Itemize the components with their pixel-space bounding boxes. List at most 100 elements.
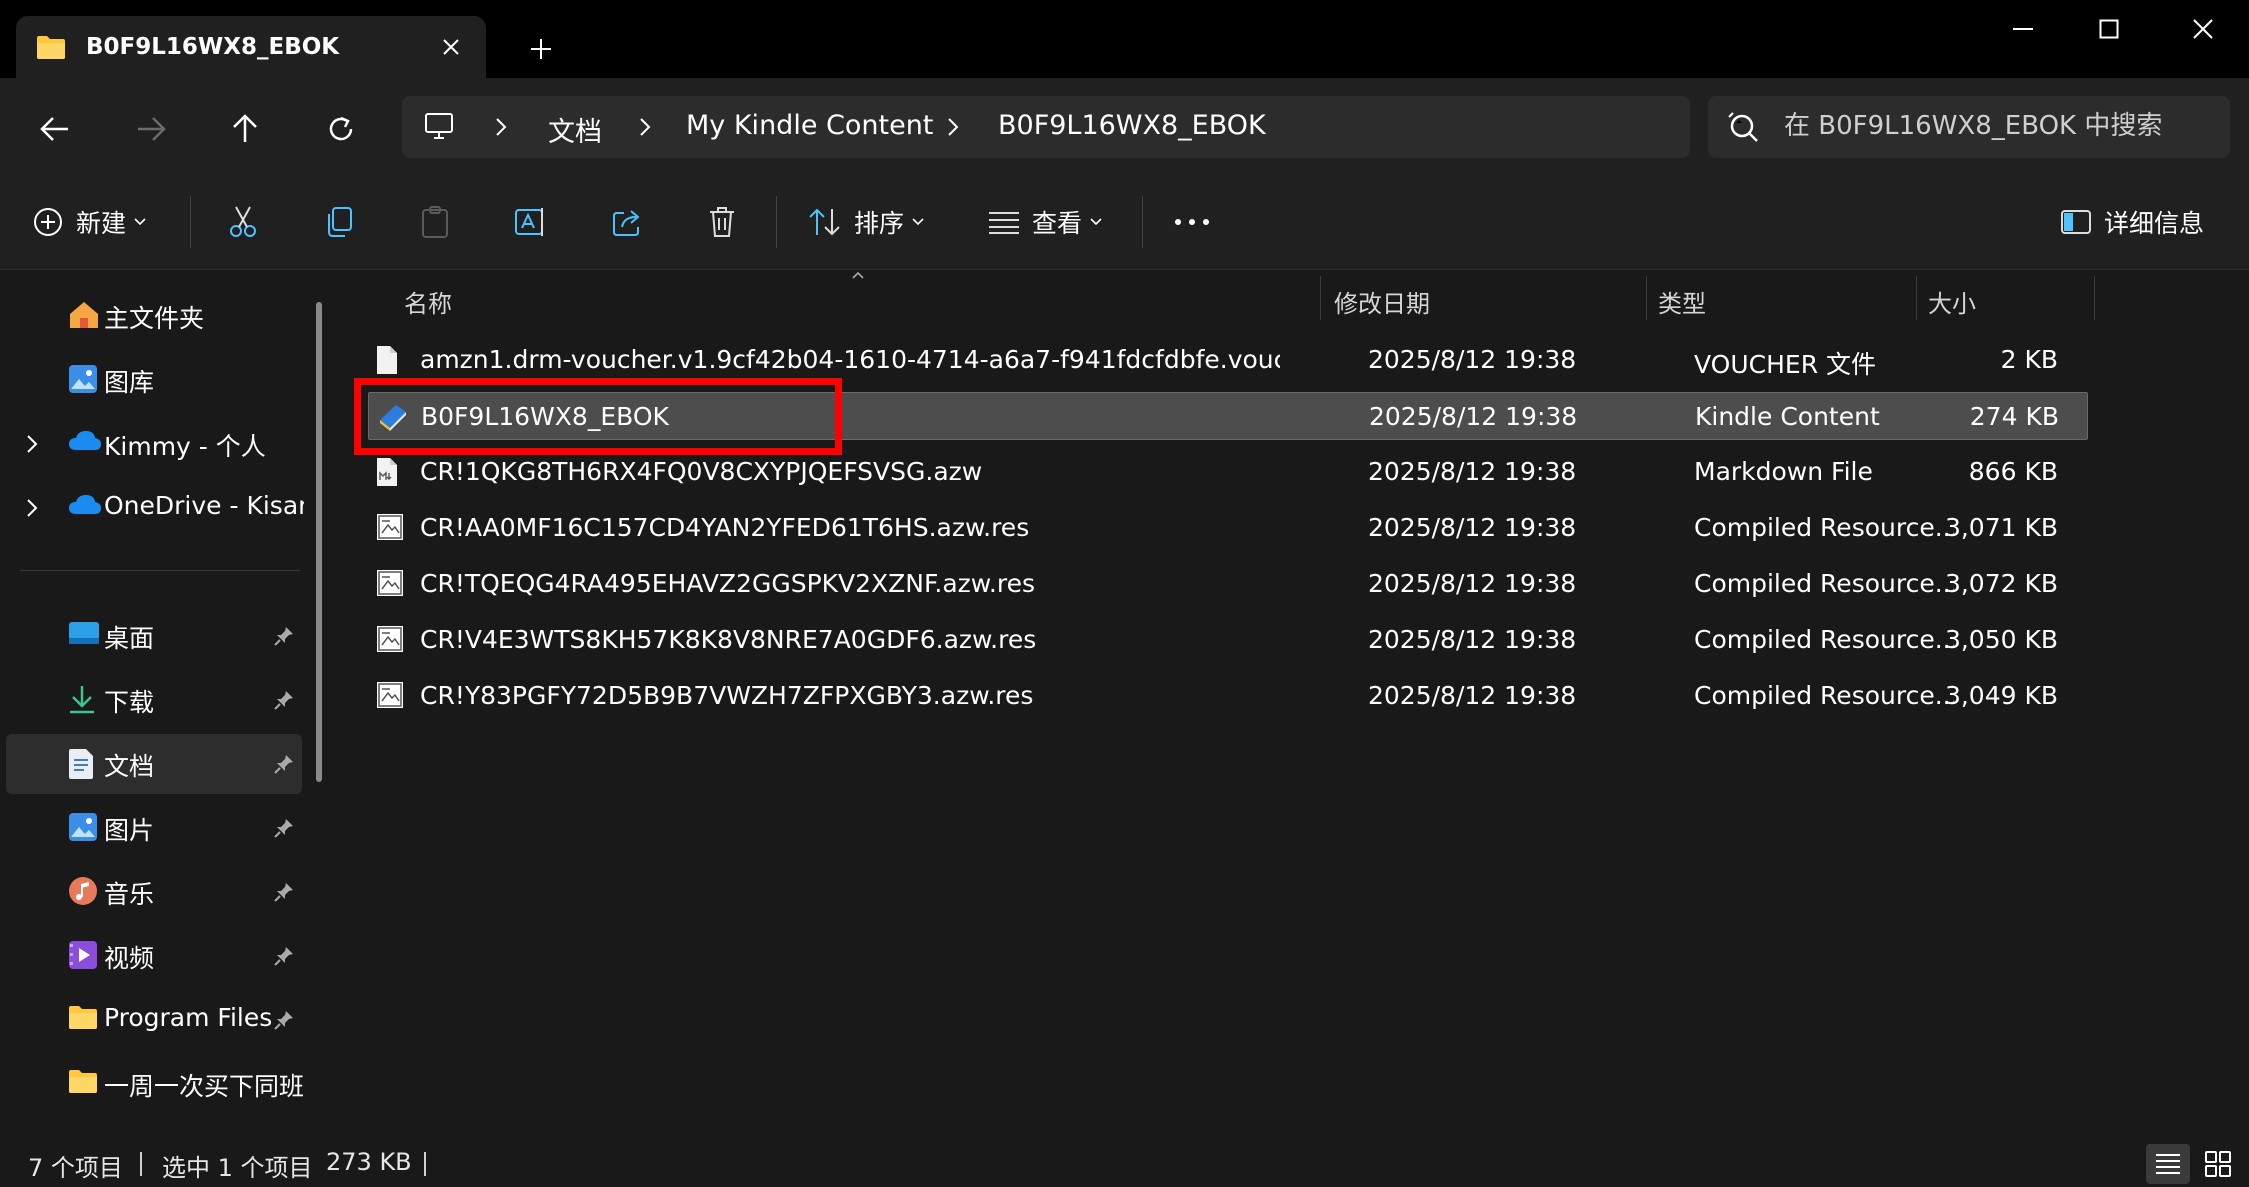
- pin-icon[interactable]: [274, 690, 294, 710]
- column-divider[interactable]: [1646, 276, 1647, 320]
- file-row[interactable]: CR!AA0MF16C157CD4YAN2YFED61T6HS.azw.res …: [368, 504, 2088, 552]
- column-divider[interactable]: [2094, 276, 2095, 320]
- sidebar-item-kimmy-personal[interactable]: Kimmy - 个人: [6, 414, 302, 474]
- column-header-type[interactable]: 类型: [1658, 284, 1706, 319]
- chevron-down-icon: [912, 218, 924, 226]
- file-row[interactable]: amzn1.drm-voucher.v1.9cf42b04-1610-4714-…: [368, 336, 2088, 384]
- sidebar-item-desktop[interactable]: 桌面: [6, 606, 302, 666]
- copy-button[interactable]: [324, 198, 354, 246]
- column-divider[interactable]: [1916, 276, 1917, 320]
- pin-icon[interactable]: [274, 1010, 294, 1030]
- pin-icon[interactable]: [274, 754, 294, 774]
- pin-icon[interactable]: [274, 818, 294, 838]
- sidebar-item-home[interactable]: 主文件夹: [6, 286, 302, 346]
- close-window-icon[interactable]: [2178, 12, 2228, 46]
- item-count: 7 个项目: [28, 1154, 123, 1182]
- up-icon[interactable]: [222, 106, 268, 152]
- chevron-right-icon[interactable]: [638, 116, 652, 138]
- sidebar-item-gallery[interactable]: 图库: [6, 350, 302, 410]
- column-header-size[interactable]: 大小: [1928, 284, 1976, 319]
- sidebar-scrollbar[interactable]: [316, 302, 322, 782]
- details-pane-label: 详细信息: [2104, 209, 2205, 238]
- tab-current[interactable]: B0F9L16WX8_EBOK: [16, 16, 486, 78]
- pin-icon[interactable]: [274, 882, 294, 902]
- breadcrumb-my-kindle-content[interactable]: My Kindle Content: [686, 110, 933, 141]
- sidebar-item-onedrive-kisara[interactable]: OneDrive - Kisara: [6, 478, 304, 538]
- sort-button[interactable]: 排序: [808, 198, 924, 246]
- column-header-date[interactable]: 修改日期: [1334, 284, 1430, 319]
- plus-circle-icon: [32, 206, 64, 238]
- more-options-button[interactable]: [1174, 198, 1210, 246]
- chevron-right-icon[interactable]: [946, 116, 960, 138]
- chevron-right-icon[interactable]: [494, 116, 508, 138]
- minimize-icon[interactable]: [1998, 12, 2048, 46]
- refresh-icon[interactable]: [318, 106, 364, 152]
- column-header-name[interactable]: 名称: [404, 284, 452, 319]
- file-name: CR!AA0MF16C157CD4YAN2YFED61T6HS.azw.res: [420, 513, 1030, 542]
- chevron-right-icon[interactable]: [26, 498, 38, 518]
- new-tab-icon[interactable]: [522, 30, 560, 68]
- search-box[interactable]: [1708, 96, 2230, 158]
- copy-icon: [324, 206, 354, 238]
- details-pane-icon: [2060, 209, 2092, 235]
- view-button-label: 查看: [1032, 209, 1083, 238]
- file-size: 3,072 KB: [1944, 569, 2058, 598]
- details-view-icon[interactable]: [2146, 1144, 2190, 1184]
- column-divider[interactable]: [1320, 276, 1321, 320]
- paste-button[interactable]: [420, 198, 450, 246]
- search-icon: [1726, 110, 1760, 144]
- sidebar-item-label: 文档: [104, 752, 155, 781]
- documents-icon: [68, 748, 94, 780]
- new-button-label: 新建: [76, 209, 127, 238]
- selection-size: 273 KB: [326, 1148, 412, 1176]
- resource-file-icon: [376, 625, 404, 653]
- chevron-right-icon[interactable]: [26, 434, 38, 454]
- delete-button[interactable]: [708, 198, 736, 246]
- file-name: CR!TQEQG4RA495EHAVZ2GGSPKV2XZNF.azw.res: [420, 569, 1035, 598]
- file-name: CR!1QKG8TH6RX4FQ0V8CXYPJQEFSVSG.azw: [420, 457, 983, 486]
- pin-icon[interactable]: [274, 626, 294, 646]
- sort-button-label: 排序: [854, 209, 905, 238]
- sidebar-item-label: 视频: [104, 944, 155, 973]
- file-row[interactable]: CR!V4E3WTS8KH57K8K8V8NRE7A0GDF6.azw.res …: [368, 616, 2088, 664]
- forward-icon[interactable]: [128, 106, 174, 152]
- file-name: CR!V4E3WTS8KH57K8K8V8NRE7A0GDF6.azw.res: [420, 625, 1037, 654]
- breadcrumb-documents[interactable]: 文档: [548, 110, 602, 149]
- new-button[interactable]: 新建: [32, 198, 146, 246]
- back-icon[interactable]: [32, 106, 78, 152]
- details-pane-button[interactable]: 详细信息: [2060, 198, 2204, 246]
- sidebar-item-pictures[interactable]: 图片: [6, 798, 302, 858]
- file-date: 2025/8/12 19:38: [1368, 625, 1577, 654]
- file-size: 3,049 KB: [1944, 681, 2058, 710]
- maximize-icon[interactable]: [2084, 12, 2134, 46]
- file-row[interactable]: CR!1QKG8TH6RX4FQ0V8CXYPJQEFSVSG.azw 2025…: [368, 448, 2088, 496]
- address-bar[interactable]: 文档 My Kindle Content B0F9L16WX8_EBOK: [402, 96, 1690, 158]
- status-divider: [424, 1152, 426, 1176]
- clipboard-icon: [420, 205, 450, 239]
- breadcrumb-current-folder[interactable]: B0F9L16WX8_EBOK: [998, 110, 1266, 141]
- rename-button[interactable]: [514, 198, 548, 246]
- file-row[interactable]: CR!Y83PGFY72D5B9B7VWZH7ZFPXGBY3.azw.res …: [368, 672, 2088, 720]
- tiles-view-icon[interactable]: [2196, 1144, 2240, 1184]
- sidebar-item-label: 下载: [104, 688, 155, 717]
- cut-button[interactable]: [228, 198, 258, 246]
- share-button[interactable]: [612, 198, 644, 246]
- sidebar-item-music[interactable]: 音乐: [6, 862, 302, 922]
- computer-icon[interactable]: [424, 112, 454, 140]
- rename-icon: [514, 206, 548, 238]
- markdown-file-icon: [376, 457, 398, 487]
- pin-icon[interactable]: [274, 946, 294, 966]
- folder-icon: [36, 34, 66, 60]
- sidebar-item-documents[interactable]: 文档: [6, 734, 302, 794]
- file-date: 2025/8/12 19:38: [1369, 402, 1578, 431]
- more-icon: [1174, 218, 1210, 226]
- chevron-down-icon: [134, 218, 146, 226]
- close-tab-icon[interactable]: [434, 30, 468, 64]
- sidebar-item-program-files[interactable]: Program Files: [6, 990, 302, 1050]
- search-input[interactable]: [1784, 106, 2214, 146]
- file-row[interactable]: CR!TQEQG4RA495EHAVZ2GGSPKV2XZNF.azw.res …: [368, 560, 2088, 608]
- sidebar-item-videos[interactable]: 视频: [6, 926, 302, 986]
- view-button[interactable]: 查看: [988, 198, 1102, 246]
- sidebar-item-folder[interactable]: 一周一次买下同班: [6, 1054, 304, 1114]
- sidebar-item-downloads[interactable]: 下载: [6, 670, 302, 730]
